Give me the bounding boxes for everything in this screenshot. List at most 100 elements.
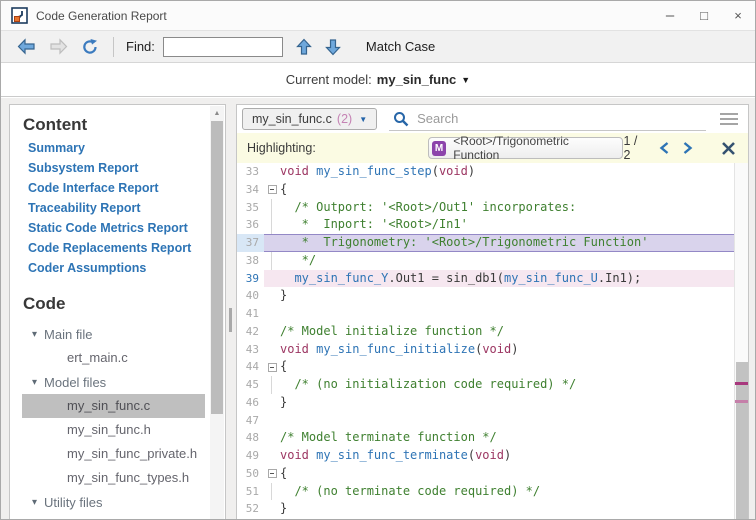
model-dropdown-caret-icon[interactable]: ▼: [461, 75, 470, 85]
code-scrollbar[interactable]: [734, 163, 748, 519]
content-link[interactable]: Summary: [28, 138, 225, 158]
highlighting-bar: Highlighting: M <Root>/Trigonometric Fun…: [237, 133, 748, 163]
code-link[interactable]: my_sin_func_U: [504, 271, 598, 285]
fold-column: [264, 394, 280, 412]
panel-splitter-handle[interactable]: [229, 308, 232, 332]
code-line: 45 /* (no initialization code required) …: [237, 376, 734, 394]
code-link[interactable]: my_sin_func_terminate: [316, 448, 468, 462]
back-button[interactable]: [17, 38, 36, 55]
tree-group[interactable]: ▾Utility files: [10, 490, 225, 514]
fold-column: [264, 483, 280, 501]
fold-column: [264, 234, 280, 252]
line-number: 50: [237, 465, 264, 483]
fold-column: [264, 341, 280, 359]
find-next-button[interactable]: [325, 38, 341, 56]
current-model-label: Current model:: [286, 72, 372, 87]
maximize-button[interactable]: □: [687, 1, 721, 30]
scrollbar-up-arrow-icon[interactable]: ▲: [210, 106, 224, 120]
match-case-toggle[interactable]: Match Case: [366, 39, 435, 54]
fold-column: [264, 358, 280, 376]
tree-file-item[interactable]: my_sin_func_private.h: [22, 442, 205, 466]
tree-group[interactable]: ▾ Main file: [10, 322, 225, 346]
fold-column: [264, 429, 280, 447]
code-link[interactable]: my_sin_func_step: [316, 164, 432, 178]
code-line: 47: [237, 412, 734, 430]
file-tab-dropdown[interactable]: my_sin_func.c (2) ▼: [242, 108, 377, 130]
code-file-tree: ▾Main fileert_main.c▾Model filesmy_sin_f…: [10, 322, 225, 519]
tree-file-item[interactable]: rtwtypes.h: [22, 514, 205, 519]
fold-collapse-icon[interactable]: [268, 185, 277, 194]
fold-column: [264, 305, 280, 323]
code-line: 46}: [237, 394, 734, 412]
code-text: {: [280, 465, 287, 483]
code-line: 44{: [237, 358, 734, 376]
content-link[interactable]: Subsystem Report: [28, 158, 225, 178]
tree-group-label: Utility files: [44, 495, 103, 510]
tree-collapse-caret-icon: ▾: [32, 329, 37, 340]
close-highlighting-button[interactable]: [721, 141, 736, 156]
highlight-marker-2[interactable]: [735, 400, 749, 403]
code-text: {: [280, 181, 287, 199]
refresh-button[interactable]: [81, 38, 99, 56]
code-line-body: * Trigonometry: '<Root>/Trigonometric Fu…: [264, 234, 734, 252]
next-highlight-button[interactable]: [682, 141, 693, 155]
find-input[interactable]: [163, 37, 283, 57]
code-scrollbar-thumb[interactable]: [736, 362, 748, 519]
code-line: 50 {: [237, 465, 734, 483]
highlighting-label: Highlighting:: [247, 141, 316, 155]
code-token: }: [280, 288, 287, 302]
menu-hamburger-icon[interactable]: [720, 113, 738, 125]
line-number: 51: [237, 483, 264, 501]
find-previous-button[interactable]: [296, 38, 312, 56]
sidebar-scrollbar-thumb[interactable]: [211, 121, 223, 414]
code-generation-report-window: { "window": { "title": "Code Generation …: [0, 0, 756, 520]
code-token: {: [280, 466, 287, 480]
fold-collapse-icon[interactable]: [268, 363, 277, 372]
tree-group-label: Main file: [44, 327, 92, 342]
navigation-toolbar: Find: Match Case: [1, 31, 755, 63]
code-token: * Trigonometry: '<Root>/Trigonometric Fu…: [280, 235, 648, 249]
code-link[interactable]: my_sin_func_initialize: [316, 342, 475, 356]
fold-column: [264, 323, 280, 341]
content-link[interactable]: Coder Assumptions: [28, 258, 225, 278]
tree-collapse-caret-icon: ▾: [32, 377, 37, 388]
sidebar-scrollbar[interactable]: ▲: [210, 106, 224, 519]
fold-column: [264, 216, 280, 234]
tree-group[interactable]: ▾Model files: [10, 370, 225, 394]
code-token: /* (no terminate code required) */: [280, 484, 540, 498]
code-text: my_sin_func_Y.Out1 = sin_db1(my_sin_func…: [280, 270, 641, 288]
line-number: 35: [237, 199, 264, 217]
line-number: 33: [237, 163, 264, 181]
highlight-marker-1[interactable]: [735, 382, 749, 385]
code-line-body: /* Outport: '<Root>/Out1' incorporates:: [264, 199, 734, 217]
minimize-button[interactable]: –: [653, 1, 687, 30]
tree-file-item[interactable]: my_sin_func.c: [22, 394, 205, 418]
close-button[interactable]: ×: [721, 1, 755, 30]
line-number: 39: [237, 270, 264, 288]
tree-file-item[interactable]: my_sin_func_types.h: [22, 466, 205, 490]
tree-file-item[interactable]: my_sin_func.h: [22, 418, 205, 442]
code-line-body: [264, 412, 734, 430]
search-input[interactable]: [417, 111, 706, 126]
code-line-body: {: [264, 181, 734, 199]
content-links: SummarySubsystem ReportCode Interface Re…: [10, 138, 225, 278]
fold-column: [264, 412, 280, 430]
code-token: ): [511, 342, 518, 356]
tree-file-item[interactable]: ert_main.c: [22, 346, 205, 370]
content-link[interactable]: Traceability Report: [28, 198, 225, 218]
content-link[interactable]: Static Code Metrics Report: [28, 218, 225, 238]
code-text: void my_sin_func_initialize(void): [280, 341, 518, 359]
line-number: 37: [237, 234, 264, 252]
content-heading: Content: [23, 115, 225, 135]
previous-highlight-button[interactable]: [659, 141, 670, 155]
fold-collapse-icon[interactable]: [268, 469, 277, 478]
current-model-bar: Current model: my_sin_func ▼: [1, 63, 755, 97]
code-token: }: [280, 501, 287, 515]
code-link[interactable]: my_sin_func_Y: [294, 271, 388, 285]
code-text: * Trigonometry: '<Root>/Trigonometric Fu…: [280, 234, 648, 252]
code-view: 33void my_sin_func_step(void)34{35 /* Ou…: [237, 163, 734, 519]
highlight-source-badge: M <Root>/Trigonometric Function: [428, 137, 624, 159]
forward-button[interactable]: [49, 38, 68, 55]
content-link[interactable]: Code Replacements Report: [28, 238, 225, 258]
content-link[interactable]: Code Interface Report: [28, 178, 225, 198]
